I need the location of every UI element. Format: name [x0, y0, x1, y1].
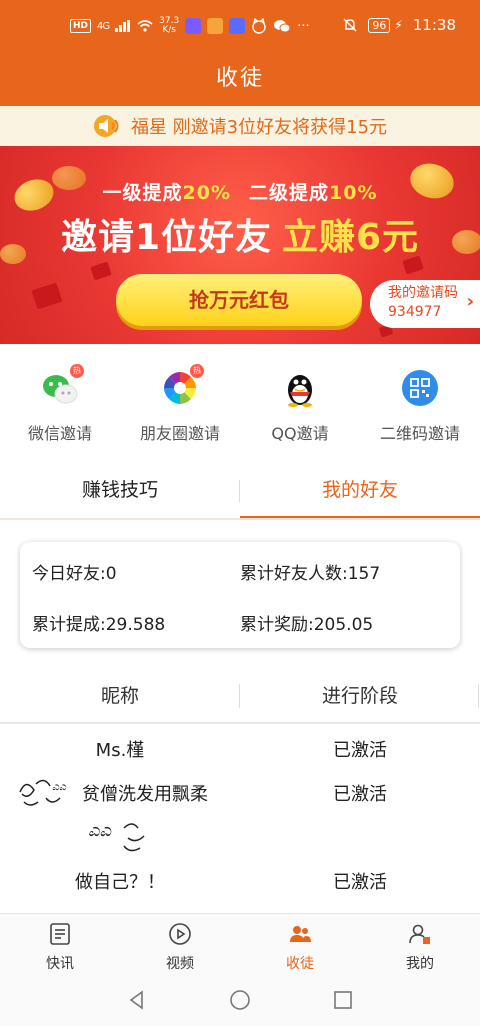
share-qrcode[interactable]: 二维码邀请 [360, 344, 480, 456]
nav-recruit[interactable]: 收徒 [240, 914, 360, 975]
nav-label: 快讯 [46, 956, 74, 972]
hot-badge: 热 [190, 364, 204, 378]
headline-earn: 立赚6元 [282, 217, 420, 258]
title-bar: 收徒 [0, 52, 480, 106]
nav-label: 我的 [406, 956, 434, 972]
signal-icon [115, 20, 131, 32]
nav-label: 视频 [166, 956, 194, 972]
nickname-decoration: ಎಎ [19, 779, 67, 806]
tab-earning-tips[interactable]: 赚钱技巧 [0, 464, 240, 518]
share-qq[interactable]: QQ邀请 [240, 344, 360, 456]
level1-rate: 20% [182, 182, 231, 204]
back-icon[interactable] [126, 989, 148, 1011]
nav-profile[interactable]: 我的 [360, 914, 480, 975]
profile-icon [409, 924, 430, 944]
friend-stage: 已激活 [333, 740, 387, 761]
red-envelope-decoration [31, 282, 63, 310]
svg-text:ಎಎ: ಎಎ [88, 820, 113, 841]
level2-label: 二级提成 [249, 182, 330, 204]
moments-icon: 热 [160, 364, 204, 408]
status-bar: HD 4G 37.3 K/s ··· 96 ⚡ 11:38 [0, 0, 480, 52]
tab-my-friends[interactable]: 我的好友 [240, 464, 480, 518]
share-moments[interactable]: 热 朋友圈邀请 [120, 344, 240, 456]
level2-rate: 10% [329, 182, 378, 204]
speaker-icon [93, 115, 119, 137]
battery-level: 96 [368, 17, 391, 33]
hd-badge: HD [70, 19, 92, 33]
stat-total-reward: 累计奖励:205.05 [240, 615, 374, 635]
nickname-decoration: ಎಎ [88, 820, 145, 852]
friend-stage: 已激活 [333, 872, 387, 893]
page-title: 收徒 [215, 66, 264, 91]
more-notifications: ··· [297, 18, 310, 34]
friend-nickname: Ms.槿 [95, 740, 145, 761]
home-icon[interactable] [229, 989, 251, 1011]
bottom-nav: 快讯 视频 收徒 我的 [0, 913, 480, 975]
hot-badge: 热 [70, 364, 84, 378]
status-left: HD 4G 37.3 K/s ··· [70, 17, 310, 35]
charging-icon: ⚡ [394, 18, 403, 32]
stat-today-friends: 今日好友:0 [32, 564, 117, 584]
friends-tabs: 赚钱技巧 我的好友 [0, 464, 480, 520]
share-wechat[interactable]: 热 微信邀请 [0, 344, 120, 456]
app-notification-icon [229, 18, 246, 34]
network-type: 4G [97, 20, 110, 32]
share-label: 微信邀请 [27, 424, 92, 443]
clock: 11:38 [412, 16, 456, 34]
banner-headline: 邀请1位好友 立赚6元 [0, 208, 480, 260]
qrcode-icon [400, 368, 440, 408]
level1-label: 一级提成 [102, 182, 183, 204]
video-icon [169, 923, 191, 945]
friends-stats-card: 今日好友:0 累计好友人数:157 累计提成:29.588 累计奖励:205.0… [20, 542, 460, 648]
friend-nickname: 贫僧洗发用飘柔 [82, 784, 208, 805]
share-label: QQ邀请 [271, 424, 329, 443]
stat-total-commission: 累计提成:29.588 [32, 615, 166, 635]
friend-stage: 已激活 [333, 784, 387, 805]
tab-divider [239, 480, 240, 502]
app-notification-icon [185, 18, 202, 34]
system-navigation-bar [0, 975, 480, 1026]
invite-banner[interactable]: 一级提成20% 二级提成10% 邀请1位好友 立赚6元 抢万元红包 我的邀请码 93… [0, 146, 480, 344]
share-label: 二维码邀请 [379, 424, 460, 443]
app-notification-icon [207, 18, 224, 34]
headline-main: 邀请1位好友 [60, 217, 272, 258]
grab-red-packet-button[interactable]: 抢万元红包 [116, 274, 362, 326]
red-envelope-decoration [90, 261, 112, 281]
wechat-icon: 热 [40, 364, 84, 408]
notice-text: 福星 刚邀请3位好友将获得15元 [130, 117, 388, 138]
network-speed: 37.3 K/s [159, 17, 179, 35]
status-right: 96 ⚡ 11:38 [342, 16, 456, 34]
recents-icon[interactable] [332, 989, 354, 1011]
column-stage: 进行阶段 [321, 685, 398, 707]
share-options: 热 微信邀请 热 朋友圈邀请 QQ邀请 二维码邀请 [0, 344, 480, 456]
nav-video[interactable]: 视频 [120, 914, 240, 975]
invite-code-box[interactable]: 我的邀请码 934977 › [370, 280, 480, 328]
qq-icon [280, 368, 320, 408]
commission-rates: 一级提成20% 二级提成10% [0, 178, 480, 205]
friend-nickname: 做自己？！ [75, 872, 165, 893]
column-nickname: 昵称 [100, 685, 139, 707]
notice-bar: 福星 刚邀请3位好友将获得15元 [0, 106, 480, 146]
speed-unit: K/s [162, 25, 176, 35]
nav-news[interactable]: 快讯 [0, 914, 120, 975]
stat-total-friends: 累计好友人数:157 [240, 564, 381, 584]
chevron-right-icon: › [466, 291, 474, 312]
nav-label: 收徒 [286, 956, 314, 972]
mute-icon [343, 18, 357, 32]
share-label: 朋友圈邀请 [139, 424, 220, 443]
news-icon [50, 923, 70, 945]
cat-notification-icon [252, 18, 266, 34]
wechat-notification-icon [274, 20, 291, 33]
friends-list-header: 昵称 进行阶段 [0, 670, 480, 724]
wifi-icon [137, 20, 153, 32]
svg-text:ಎಎ: ಎಎ [52, 780, 67, 793]
column-divider [239, 684, 240, 708]
recruit-icon [290, 926, 311, 942]
column-divider [478, 684, 479, 708]
